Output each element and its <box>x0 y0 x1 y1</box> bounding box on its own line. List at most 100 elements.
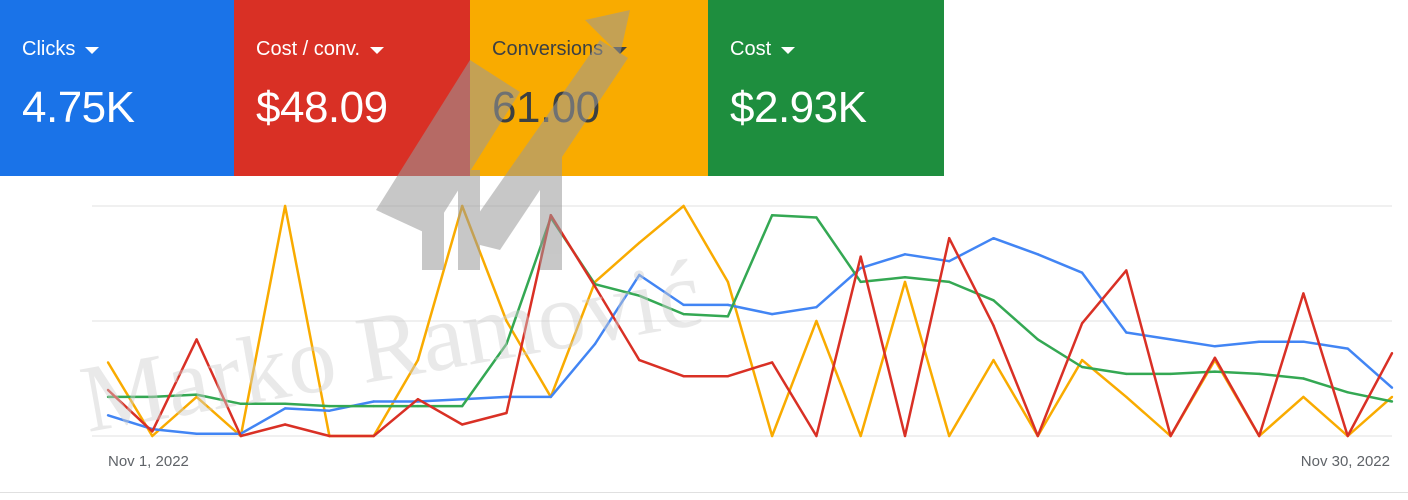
data-point <box>372 400 375 403</box>
data-point <box>770 312 774 316</box>
data-point <box>815 216 818 219</box>
data-point <box>726 315 730 318</box>
x-axis-start-label: Nov 1, 2022 <box>108 453 189 470</box>
data-point <box>1302 377 1305 380</box>
metric-label: Cost / conv. <box>256 38 470 61</box>
metric-value: $2.93K <box>730 83 867 132</box>
data-point <box>992 299 995 302</box>
data-point <box>106 361 110 364</box>
data-point <box>1080 358 1084 362</box>
data-point <box>682 375 685 378</box>
data-point <box>903 276 907 279</box>
data-point <box>549 214 552 217</box>
metric-cards: Clicks 4.75K Cost / conv. $48.09 Convers… <box>0 0 944 176</box>
data-point <box>638 273 641 277</box>
data-point <box>416 398 420 401</box>
metric-value: $48.09 <box>256 83 388 132</box>
data-point <box>1390 386 1394 389</box>
line-chart: Nov 1, 2022 Nov 30, 2022 <box>92 204 1394 470</box>
data-point <box>239 402 242 405</box>
data-point <box>1213 356 1217 359</box>
data-point <box>106 388 110 392</box>
data-point <box>1080 271 1084 274</box>
data-point <box>992 358 995 362</box>
data-point <box>106 414 110 417</box>
data-point <box>372 434 375 438</box>
data-point <box>283 407 287 410</box>
data-point <box>1036 338 1040 341</box>
metric-label: Clicks <box>22 38 234 61</box>
data-point <box>593 342 597 346</box>
data-point <box>195 432 198 435</box>
metric-label: Conversions <box>492 38 708 61</box>
data-point <box>106 395 110 399</box>
data-point <box>948 260 951 263</box>
data-point <box>638 241 641 244</box>
x-axis-end-label: Nov 30, 2022 <box>1301 453 1390 470</box>
data-point <box>461 204 464 208</box>
metric-card-clicks[interactable]: Clicks 4.75K <box>0 0 234 176</box>
metric-card-cost[interactable]: Cost $2.93K <box>708 0 944 176</box>
data-point <box>195 395 198 399</box>
data-point <box>1390 395 1394 399</box>
data-point <box>328 409 331 412</box>
metric-card-conversions[interactable]: Conversions 61.00 <box>470 0 708 176</box>
data-point <box>1125 331 1128 334</box>
data-point <box>505 395 508 399</box>
series-line <box>107 213 1394 438</box>
data-point <box>372 404 375 408</box>
data-point <box>1125 269 1128 272</box>
data-point <box>1302 395 1305 399</box>
data-point <box>416 358 420 362</box>
data-point <box>1258 340 1261 343</box>
data-point <box>770 434 774 438</box>
data-point <box>1125 395 1128 399</box>
caret-down-icon <box>613 47 628 54</box>
data-point <box>239 434 242 438</box>
data-point <box>992 237 995 240</box>
data-point <box>1346 391 1349 394</box>
data-point <box>948 434 951 438</box>
data-point <box>151 395 154 399</box>
data-point <box>903 280 907 284</box>
data-point <box>1258 372 1261 376</box>
data-point <box>283 204 287 208</box>
bottom-divider <box>0 492 1408 493</box>
data-point <box>1169 372 1172 376</box>
caret-down-icon <box>370 47 385 54</box>
data-point <box>1169 434 1172 438</box>
data-point <box>859 266 862 270</box>
data-point <box>1169 338 1172 341</box>
data-point <box>948 280 951 284</box>
data-point <box>638 294 641 297</box>
data-point <box>1302 292 1305 295</box>
metric-value: 4.75K <box>22 83 135 132</box>
caret-down-icon <box>781 47 796 54</box>
data-point <box>1213 370 1217 373</box>
data-point <box>726 303 730 307</box>
data-point <box>726 375 730 378</box>
data-point <box>195 393 198 396</box>
data-point <box>903 253 907 256</box>
data-point <box>151 430 154 433</box>
data-point <box>992 324 995 327</box>
data-point <box>1346 347 1349 350</box>
data-point <box>593 285 597 288</box>
data-point <box>283 423 287 426</box>
data-point <box>859 434 862 438</box>
data-point <box>461 423 464 426</box>
metric-card-cost-per-conv[interactable]: Cost / conv. $48.09 <box>234 0 470 176</box>
data-point <box>770 214 774 217</box>
data-point <box>859 280 862 284</box>
data-point <box>682 312 685 316</box>
data-point <box>682 303 685 307</box>
data-point <box>1213 345 1217 348</box>
data-point <box>815 434 818 438</box>
data-point <box>903 434 907 438</box>
data-point <box>1390 400 1394 403</box>
data-point <box>726 280 730 284</box>
data-point <box>195 338 198 341</box>
data-point <box>505 342 508 346</box>
data-point <box>859 255 862 258</box>
data-point <box>1080 365 1084 369</box>
